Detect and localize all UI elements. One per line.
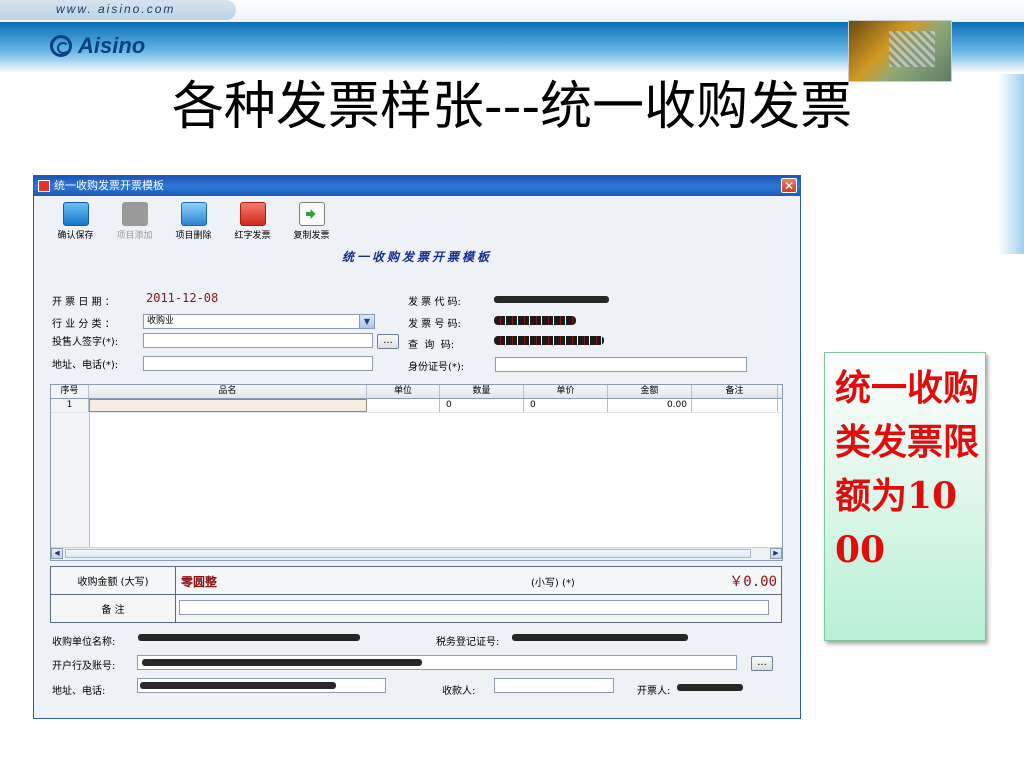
bank-account-label: 开户行及账号: [52,661,116,672]
query-code-redacted [494,336,604,345]
seller-sign-label: 投售人签字(*): [52,337,119,348]
seller-lookup-button[interactable]: ... [377,334,399,349]
add-item-icon [121,202,148,226]
cell-amount[interactable]: 0.00 [608,399,692,412]
horizontal-scrollbar[interactable]: ◀ ▶ [51,547,782,560]
bank-account-input[interactable] [137,655,737,670]
copy-invoice-icon [298,202,325,226]
tax-reg-label: 税务登记证号: [436,637,500,648]
col-header-amount[interactable]: 金额 [608,385,692,398]
table-header: 序号 品名 单位 数量 单价 金额 备注 [51,385,782,399]
top-bar: www. aisino.com [0,0,1024,22]
red-invoice-button[interactable]: 红字发票 [223,202,282,242]
address-phone-label: 地址、电话(*): [52,360,119,371]
close-button[interactable]: ✕ [781,178,797,193]
header-photo [848,20,952,82]
cell-index: 1 [51,399,89,412]
copy-invoice-label: 复制发票 [293,231,330,241]
scrollbar-thumb[interactable] [65,549,751,558]
website-url: www. aisino.com [56,2,176,16]
remark-row: 备 注 [51,595,781,622]
invoice-code-label: 发 票 代 码: [408,297,461,308]
buyer-address-label: 地址、电话: [52,686,106,697]
limit-note-card: 统一收购类发票限额为1000 [824,352,986,641]
drawer-redacted [677,684,743,691]
cell-price[interactable]: 0 [524,399,608,412]
delete-item-label: 项目删除 [175,231,212,241]
window-titlebar[interactable]: 统一收购发票开票模板 ✕ [34,176,800,196]
aisino-logo-icon [50,35,72,57]
aisino-logo: Aisino [50,33,145,59]
col-header-unit[interactable]: 单位 [367,385,440,398]
amount-lower-label: (小写) (*) [531,578,575,589]
bank-account-redacted [142,659,422,666]
items-table: 序号 品名 单位 数量 单价 金额 备注 1 0 0 0.00 ◀ ▶ [50,384,783,561]
chevron-down-icon[interactable]: ▼ [359,315,374,328]
copy-invoice-button[interactable]: 复制发票 [282,202,341,242]
invoice-code-redacted [494,296,609,303]
confirm-save-label: 确认保存 [57,231,94,241]
industry-value: 收购业 [147,316,175,326]
form-title: 统一收购发票开票模板 [341,250,492,264]
seller-sign-input[interactable] [143,333,373,348]
amount-upper-label: 收购金额 (大写) [51,567,176,594]
aisino-logo-text: Aisino [78,33,146,58]
id-number-input[interactable] [495,357,747,372]
buyer-address-input[interactable] [137,678,386,693]
save-icon [62,202,89,226]
slide-title: 各种发票样张---统一收购发票 [171,77,853,137]
industry-label: 行 业 分 类 ： [52,319,115,330]
id-number-label: 身份证号(*): [408,362,465,373]
app-icon [38,180,50,192]
payee-input[interactable] [494,678,614,693]
limit-note-text: 统一收购类发票限额为1000 [835,367,980,571]
confirm-save-button[interactable]: 确认保存 [46,202,105,242]
red-invoice-icon [239,202,266,226]
delete-item-icon [180,202,207,226]
col-header-index[interactable]: 序号 [51,385,89,398]
table-row[interactable]: 1 0 0 0.00 [51,399,782,413]
red-invoice-label: 红字发票 [234,231,271,241]
invoice-date-label: 开 票 日 期 ： [52,297,115,308]
buyer-name-label: 收购单位名称: [52,637,116,648]
tax-reg-redacted [512,634,688,641]
delete-item-button[interactable]: 项目删除 [164,202,223,242]
bank-lookup-button[interactable]: ... [751,656,773,671]
amount-lower-value: ￥0.00 [729,574,777,590]
add-item-label: 项目添加 [116,231,153,241]
col-header-price[interactable]: 单价 [524,385,608,398]
invoice-template-window: 统一收购发票开票模板 ✕ 确认保存 项目添加 项目删除 红字发票 复制发票 统一… [33,175,801,719]
add-item-button[interactable]: 项目添加 [105,202,164,242]
invoice-date-value: 2011-12-08 [146,291,219,305]
cell-name[interactable] [89,399,367,412]
col-header-name[interactable]: 品名 [89,385,367,398]
scroll-left-icon[interactable]: ◀ [51,548,63,559]
cell-qty[interactable]: 0 [440,399,524,412]
amount-upper-value: 零圆整 [181,575,218,589]
row-header-column [51,413,90,547]
scroll-right-icon[interactable]: ▶ [770,548,782,559]
cell-unit[interactable] [367,399,440,412]
drawer-label: 开票人: [637,686,671,697]
industry-select[interactable]: 收购业 ▼ [143,314,375,329]
totals-block: 收购金额 (大写) 零圆整 (小写) (*) ￥0.00 备 注 [50,566,782,623]
col-header-note[interactable]: 备注 [692,385,778,398]
payee-label: 收款人: [442,686,476,697]
buyer-address-redacted [140,682,336,689]
invoice-number-redacted [494,316,576,325]
query-code-label: 查 询 码: [408,340,455,351]
cell-note[interactable] [692,399,778,412]
invoice-number-label: 发 票 号 码: [408,319,461,330]
remark-label: 备 注 [51,595,176,622]
col-header-qty[interactable]: 数量 [440,385,524,398]
remark-input[interactable] [179,600,769,615]
toolbar: 确认保存 项目添加 项目删除 红字发票 复制发票 [46,202,341,242]
window-title: 统一收购发票开票模板 [54,179,164,192]
address-phone-input[interactable] [143,356,373,371]
url-pill: www. aisino.com [0,0,236,20]
buyer-name-redacted [138,634,360,641]
amount-row: 收购金额 (大写) 零圆整 (小写) (*) ￥0.00 [51,567,781,595]
